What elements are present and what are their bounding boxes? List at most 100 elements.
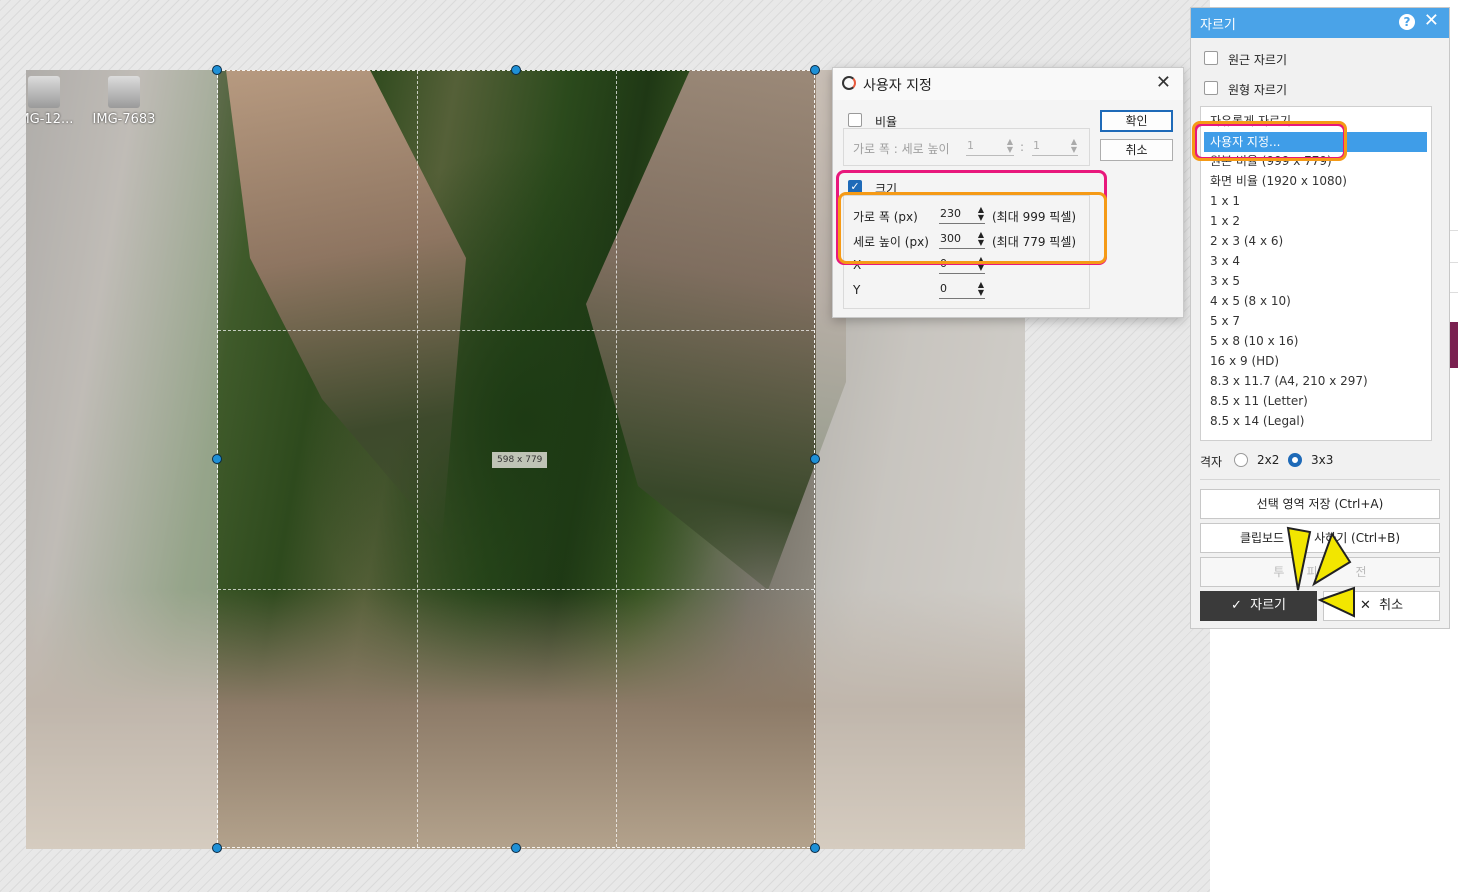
desktop-icon-1[interactable]: IMG-12... bbox=[26, 76, 76, 127]
crop-apply-button[interactable]: ✓ 자르기 bbox=[1200, 591, 1317, 621]
list-item[interactable]: 화면 비율 (1920 x 1080) bbox=[1201, 171, 1431, 191]
circle-crop-label: 원형 자르기 bbox=[1228, 83, 1288, 97]
app-logo-icon bbox=[842, 76, 856, 90]
dialog-titlebar[interactable]: 사용자 지정 ✕ bbox=[833, 68, 1183, 100]
disabled-label-right: 전 bbox=[1355, 565, 1367, 579]
edge-line bbox=[1450, 230, 1458, 231]
crop-selection[interactable]: 598 x 779 bbox=[217, 70, 815, 848]
grid-line bbox=[218, 589, 814, 590]
list-item[interactable]: 3 x 5 bbox=[1201, 271, 1431, 291]
disabled-label-mid: 피 bbox=[1306, 565, 1318, 579]
height-label: 세로 높이 (px) bbox=[853, 235, 929, 249]
perspective-crop-checkbox[interactable] bbox=[1204, 51, 1218, 65]
list-item[interactable]: 5 x 7 bbox=[1201, 311, 1431, 331]
cancel-button[interactable]: 취소 bbox=[1100, 139, 1173, 161]
desktop-icon-label: IMG-7683 bbox=[92, 112, 156, 127]
circle-crop-checkbox[interactable] bbox=[1204, 81, 1218, 95]
crop-outside-left bbox=[26, 70, 218, 849]
ratio-checkbox[interactable] bbox=[848, 113, 862, 127]
list-item[interactable]: 16 x 9 (HD) bbox=[1201, 351, 1431, 371]
spin-arrows-icon: ▲ ▼ bbox=[977, 280, 984, 297]
crop-handle-bottom[interactable] bbox=[511, 843, 521, 853]
copy-clipboard-button[interactable]: 클립보드 사하기 (Ctrl+B) bbox=[1200, 523, 1440, 553]
desktop-icon-label: IMG-12... bbox=[26, 112, 74, 127]
grid-2x2-radio[interactable] bbox=[1234, 453, 1248, 467]
divider bbox=[1200, 479, 1440, 480]
list-item[interactable]: 8.3 x 11.7 (A4, 210 x 297) bbox=[1201, 371, 1431, 391]
list-item[interactable]: 3 x 4 bbox=[1201, 251, 1431, 271]
y-stepper[interactable]: 0 ▲ ▼ bbox=[939, 280, 985, 299]
x-stepper[interactable]: 0 ▲ ▼ bbox=[939, 255, 985, 274]
width-label: 가로 폭 (px) bbox=[853, 210, 918, 224]
help-icon[interactable]: ? bbox=[1399, 14, 1415, 30]
width-max: (최대 999 픽셀) bbox=[992, 210, 1077, 224]
close-icon[interactable]: ✕ bbox=[1156, 72, 1171, 93]
size-checkbox[interactable]: ✓ bbox=[848, 180, 862, 194]
crop-cancel-button[interactable]: ✕ 취소 bbox=[1323, 591, 1440, 621]
grid-3x3-radio[interactable] bbox=[1288, 453, 1302, 467]
crop-apply-label: 자르기 bbox=[1250, 598, 1287, 613]
list-item[interactable]: 4 x 5 (8 x 10) bbox=[1201, 291, 1431, 311]
close-icon: ✕ bbox=[1359, 598, 1371, 613]
crop-handle-top[interactable] bbox=[511, 65, 521, 75]
crop-handle-bottom-right[interactable] bbox=[810, 843, 820, 853]
dialog-title: 사용자 지정 bbox=[863, 78, 932, 94]
edge-line bbox=[1450, 292, 1458, 293]
desktop-icon-2[interactable]: IMG-7683 bbox=[92, 76, 156, 127]
spin-arrows-icon: ▲ ▼ bbox=[977, 230, 984, 247]
grid-label: 격자 bbox=[1200, 455, 1223, 469]
save-selection-button[interactable]: 선택 영역 저장 (Ctrl+A) bbox=[1200, 489, 1440, 519]
list-item[interactable]: 원본 비율 (999 x 779) bbox=[1201, 151, 1431, 171]
list-item[interactable]: 8.5 x 11 (Letter) bbox=[1201, 391, 1431, 411]
custom-size-dialog: 사용자 지정 ✕ 비율 가로 폭 : 세로 높이 1 ▲ ▼ : 1 ▲ ▼ ✓ 크기 … bbox=[832, 67, 1184, 318]
edge-line bbox=[1450, 262, 1458, 263]
grid-line bbox=[616, 71, 617, 847]
clipboard-label-right: 사하기 (Ctrl+B) bbox=[1314, 531, 1401, 545]
clipboard-label-left: 클립보드 bbox=[1239, 531, 1285, 545]
list-item[interactable]: 자유롭게 자르기 bbox=[1201, 111, 1431, 131]
crop-handle-top-left[interactable] bbox=[212, 65, 222, 75]
check-icon: ✓ bbox=[1230, 598, 1242, 613]
grid-line bbox=[218, 330, 814, 331]
spin-arrows-icon: ▲ ▼ bbox=[1006, 137, 1013, 154]
image-file-icon bbox=[108, 76, 140, 108]
spin-arrows-icon: ▲ ▼ bbox=[1070, 137, 1077, 154]
list-item[interactable]: 8.5 x 14 (Legal) bbox=[1201, 411, 1431, 431]
grid-line bbox=[417, 71, 418, 847]
disabled-action-button: 투피전 bbox=[1200, 557, 1440, 587]
ratio-height-stepper[interactable]: 1 ▲ ▼ bbox=[1032, 137, 1078, 156]
crop-preset-list[interactable]: 자유롭게 자르기 사용자 지정... 원본 비율 (999 x 779) 화면 … bbox=[1200, 106, 1432, 441]
close-icon[interactable]: ✕ bbox=[1424, 10, 1439, 31]
panel-header: 자르기 ? ✕ bbox=[1191, 8, 1449, 38]
perspective-crop-label: 원근 자르기 bbox=[1228, 53, 1288, 67]
list-item-selected[interactable]: 사용자 지정... bbox=[1204, 132, 1427, 152]
height-max: (최대 779 픽셀) bbox=[992, 235, 1077, 249]
crop-size-label: 598 x 779 bbox=[492, 452, 548, 468]
spin-arrows-icon: ▲ ▼ bbox=[977, 255, 984, 272]
y-label: Y bbox=[853, 283, 861, 297]
x-label: X bbox=[853, 258, 862, 272]
size-group: 가로 폭 (px) 230 ▲ ▼ (최대 999 픽셀) 세로 높이 (px) 3… bbox=[843, 195, 1090, 309]
crop-handle-right[interactable] bbox=[810, 454, 820, 464]
list-item[interactable]: 5 x 8 (10 x 16) bbox=[1201, 331, 1431, 351]
ratio-sub-label: 가로 폭 : 세로 높이 bbox=[853, 142, 950, 156]
width-stepper[interactable]: 230 ▲ ▼ bbox=[939, 205, 985, 224]
edge-thumbnail bbox=[1450, 322, 1458, 368]
ratio-width-stepper[interactable]: 1 ▲ ▼ bbox=[966, 137, 1014, 156]
ok-button[interactable]: 확인 bbox=[1100, 110, 1173, 132]
crop-handle-left[interactable] bbox=[212, 454, 222, 464]
crop-panel: 자르기 ? ✕ 원근 자르기 원형 자르기 자유롭게 자르기 사용자 지정...… bbox=[1190, 7, 1450, 629]
disabled-label-left: 투 bbox=[1273, 565, 1285, 579]
panel-title: 자르기 bbox=[1200, 18, 1236, 33]
crop-handle-bottom-left[interactable] bbox=[212, 843, 222, 853]
list-item[interactable]: 2 x 3 (4 x 6) bbox=[1201, 231, 1431, 251]
spin-arrows-icon: ▲ ▼ bbox=[977, 205, 984, 222]
list-item[interactable]: 1 x 1 bbox=[1201, 191, 1431, 211]
grid-2x2-label: 2x2 bbox=[1257, 453, 1280, 467]
ratio-colon: : bbox=[1020, 140, 1025, 154]
list-item[interactable]: 1 x 2 bbox=[1201, 211, 1431, 231]
height-stepper[interactable]: 300 ▲ ▼ bbox=[939, 230, 985, 249]
ratio-group: 가로 폭 : 세로 높이 1 ▲ ▼ : 1 ▲ ▼ bbox=[843, 128, 1090, 166]
crop-handle-top-right[interactable] bbox=[810, 65, 820, 75]
crop-cancel-label: 취소 bbox=[1379, 598, 1404, 613]
